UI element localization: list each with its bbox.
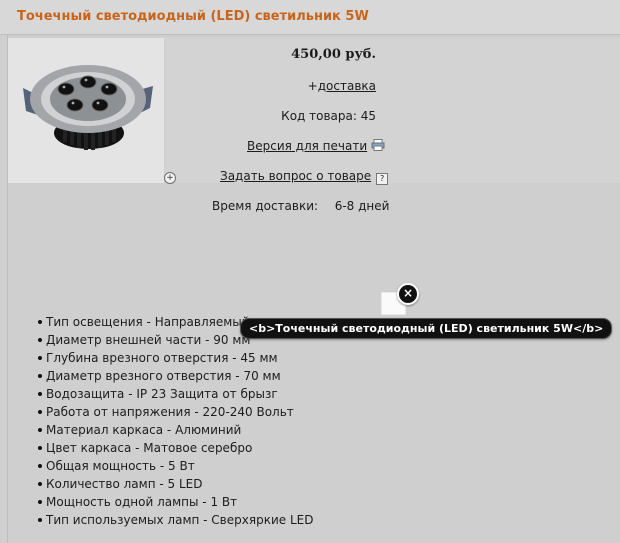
product-code: Код товара: 45 [281,109,376,123]
zoom-plus-icon[interactable]: + [164,172,176,184]
delivery-time-label: Время доставки: [212,199,319,213]
price: 450,00 руб. [291,47,376,62]
close-icon[interactable]: × [397,283,419,305]
spec-item: Водозащита - IP 23 Защита от брызг [28,385,313,403]
product-tooltip: <b>Точечный светодиодный (LED) светильни… [240,318,613,339]
product-info-panel [165,38,620,183]
printer-icon[interactable] [371,139,385,151]
spec-item: Тип используемых ламп - Сверхяркие LED [28,511,313,529]
print-version-row: Версия для печати [247,139,385,153]
spec-item: Глубина врезного отверстия - 45 мм [28,349,313,367]
spec-item: Диаметр врезного отверстия - 70 мм [28,367,313,385]
spec-item: Общая мощность - 5 Вт [28,457,313,475]
product-title: Точечный светодиодный (LED) светильник 5… [17,9,369,24]
delivery-time-value: 6-8 дней [334,199,390,213]
product-title-bar: Точечный светодиодный (LED) светильник 5… [0,0,620,35]
print-version-link[interactable]: Версия для печати [247,139,367,153]
ask-question-link[interactable]: Задать вопрос о товаре [220,169,371,183]
led-spotlight-image [8,38,164,183]
spec-item: Работа от напряжения - 220-240 Вольт [28,403,313,421]
spec-item: Количество ламп - 5 LED [28,475,313,493]
delivery-time: Время доставки: 6-8 дней [212,199,389,213]
delivery-link-row: +доставка [308,79,376,93]
spec-item: Цвет каркаса - Матовое серебро [28,439,313,457]
ask-question-row: Задать вопрос о товаре? [220,169,389,185]
question-icon[interactable]: ? [376,173,389,185]
delivery-link[interactable]: доставка [318,79,376,93]
delivery-prefix: + [307,79,318,93]
specifications-list: Тип освещения - Направляемый Диаметр вне… [28,313,313,529]
spec-item: Мощность одной лампы - 1 Вт [28,493,313,511]
product-image[interactable] [8,38,164,183]
spec-item: Материал каркаса - Алюминий [28,421,313,439]
